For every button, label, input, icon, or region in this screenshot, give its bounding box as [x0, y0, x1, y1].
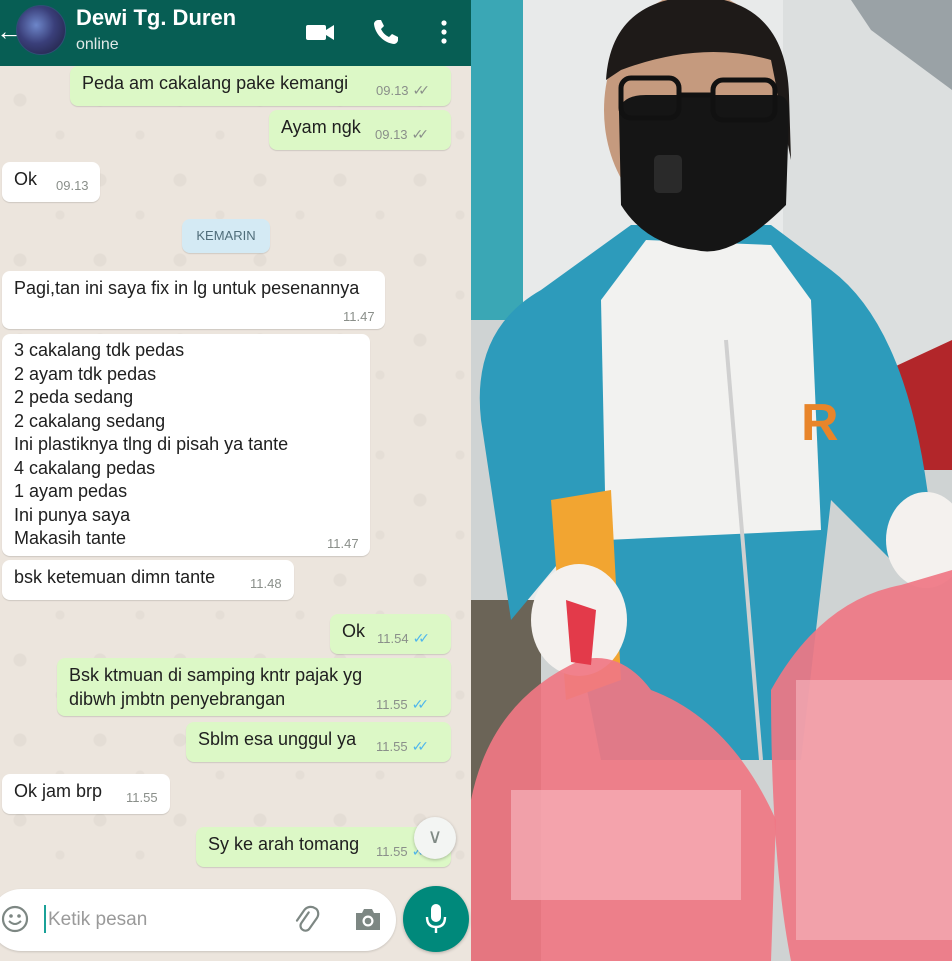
- message-time: 09.13 ✓✓: [376, 82, 431, 98]
- message-line: 2 cakalang sedang: [14, 410, 166, 431]
- message-line: Makasih tante: [14, 528, 127, 548]
- message-time: 11.55 ✓✓: [376, 738, 430, 754]
- mask-valve: [654, 155, 682, 193]
- teal-pillar: [471, 0, 523, 320]
- message-line: 2 peda sedang: [14, 387, 134, 407]
- message-time: 09.13 ✓✓: [375, 126, 430, 142]
- message-outgoing[interactable]: Peda am cakalang pake kemangi 09.13 ✓✓: [70, 66, 451, 106]
- text-cursor: [44, 905, 46, 933]
- message-incoming[interactable]: bsk ketemuan dimn tante 11.48: [2, 560, 294, 600]
- mic-icon: [425, 904, 447, 933]
- message-line: dibwh jmbtn penyebrangan: [69, 688, 286, 709]
- message-text: Peda am cakalang pake kemangi: [82, 73, 349, 93]
- avatar[interactable]: [16, 5, 66, 55]
- message-time: 11.54 ✓✓: [377, 630, 431, 646]
- contact-name[interactable]: Dewi Tg. Duren: [76, 5, 236, 31]
- message-text: Ayam ngk: [281, 117, 361, 137]
- message-line: 4 cakalang pedas: [14, 457, 156, 478]
- chat-screenshot: ← Dewi Tg. Duren online Peda am cakalang…: [0, 0, 471, 961]
- message-text: Bsk ktmuan di samping kntr pajak yg dibw…: [69, 664, 362, 711]
- mic-button[interactable]: [403, 886, 469, 952]
- chat-header: ← Dewi Tg. Duren online: [0, 0, 471, 66]
- message-text: Ok: [14, 169, 38, 189]
- food-boxes: [511, 790, 741, 900]
- message-time: 11.48: [250, 576, 282, 591]
- message-incoming[interactable]: Ok 09.13: [2, 162, 100, 202]
- camera-icon[interactable]: [352, 904, 384, 934]
- sent-ticks-icon: ✓✓: [411, 126, 430, 142]
- message-text: Ok: [342, 621, 366, 641]
- message-text: Sblm esa unggul ya: [198, 729, 357, 749]
- message-text: 3 cakalang tdk pedas 2 ayam tdk pedas 2 …: [14, 339, 288, 551]
- read-ticks-icon: ✓✓: [412, 630, 431, 646]
- message-text: Ok jam brp: [14, 781, 103, 801]
- video-call-icon[interactable]: [304, 16, 336, 48]
- message-time: 11.55: [126, 790, 158, 805]
- message-line: 1 ayam pedas: [14, 481, 128, 501]
- delivery-photo: R: [471, 0, 952, 961]
- read-ticks-icon: ✓✓: [411, 738, 430, 754]
- message-line: Ini punya saya: [14, 504, 131, 525]
- message-incoming[interactable]: Pagi,tan ini saya fix in lg untuk pesena…: [2, 271, 385, 329]
- read-ticks-icon: ✓✓: [411, 696, 430, 712]
- message-outgoing[interactable]: Sblm esa unggul ya 11.55 ✓✓: [186, 722, 451, 762]
- contact-status: online: [76, 36, 119, 53]
- scroll-down-icon[interactable]: ∨: [414, 817, 456, 859]
- message-line: Bsk ktmuan di samping kntr pajak yg: [69, 665, 363, 685]
- emoji-icon[interactable]: [0, 904, 30, 934]
- message-line: 3 cakalang tdk pedas: [14, 340, 185, 360]
- message-outgoing[interactable]: Sy ke arah tomang 11.55 ✓✓: [196, 827, 451, 867]
- phone-icon[interactable]: [370, 16, 402, 48]
- day-separator: KEMARIN: [182, 219, 270, 253]
- message-outgoing[interactable]: Bsk ktmuan di samping kntr pajak yg dibw…: [57, 658, 451, 716]
- photo-panel: R: [471, 0, 952, 961]
- message-line: Ini plastiknya tlng di pisah ya tante: [14, 434, 289, 454]
- message-outgoing[interactable]: Ayam ngk 09.13 ✓✓: [269, 110, 451, 150]
- stacked-boxes: [796, 680, 952, 940]
- message-time: 09.13: [56, 178, 89, 193]
- attach-icon[interactable]: [290, 904, 322, 936]
- message-text: Sy ke arah tomang: [208, 834, 360, 854]
- jacket-logo: R: [801, 394, 839, 452]
- message-input[interactable]: [48, 907, 278, 933]
- message-incoming[interactable]: Ok jam brp 11.55: [2, 774, 170, 814]
- message-line: 2 ayam tdk pedas: [14, 363, 157, 384]
- message-text: Pagi,tan ini saya fix in lg untuk pesena…: [14, 278, 360, 298]
- message-outgoing[interactable]: Ok 11.54 ✓✓: [330, 614, 451, 654]
- more-vertical-icon[interactable]: [432, 16, 464, 48]
- sent-ticks-icon: ✓✓: [412, 82, 431, 98]
- message-time: 11.47: [343, 309, 375, 324]
- message-incoming[interactable]: 3 cakalang tdk pedas 2 ayam tdk pedas 2 …: [2, 334, 370, 556]
- message-time: 11.55 ✓✓: [376, 696, 430, 712]
- bag-knot: [566, 600, 596, 665]
- jacket-front: [601, 240, 821, 540]
- message-time: 11.47: [327, 536, 359, 551]
- message-text: bsk ketemuan dimn tante: [14, 567, 216, 587]
